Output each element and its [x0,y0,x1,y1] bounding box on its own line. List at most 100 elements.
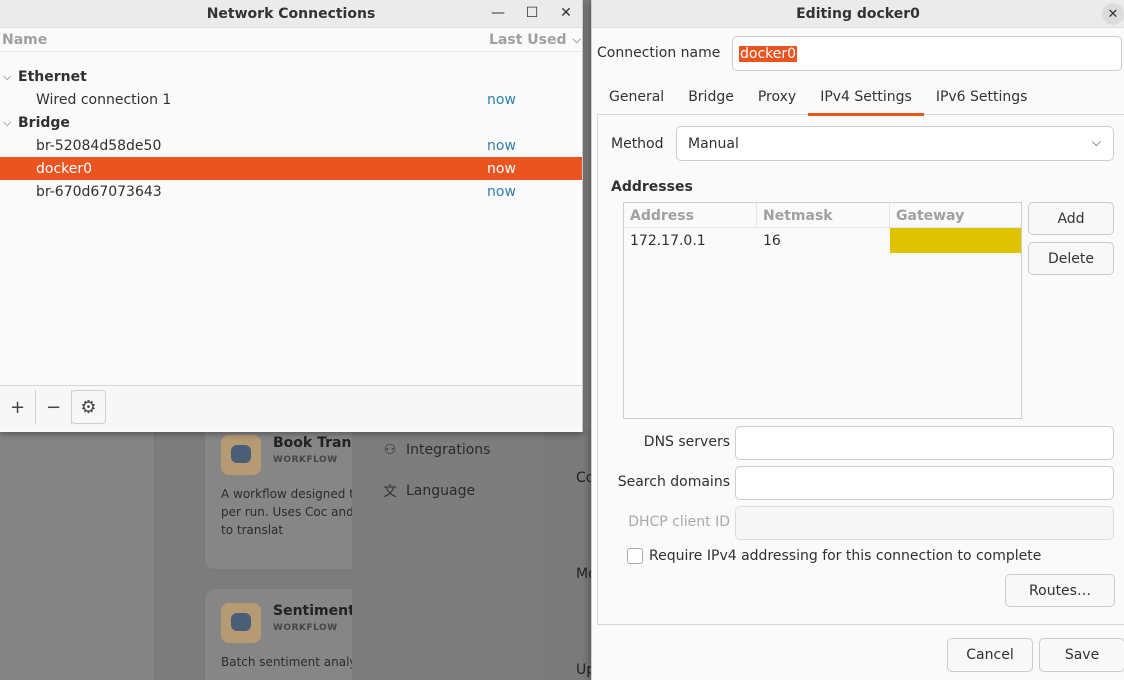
chevron-down-icon: ⌵ [572,32,581,46]
tab-bridge[interactable]: Bridge [676,78,746,115]
tab-proxy[interactable]: Proxy [746,78,808,115]
bg-right-column: Co Mo Up [544,430,597,680]
search-domains-input[interactable] [735,466,1114,500]
col-name-header[interactable]: Name [2,32,47,48]
nc-titlebar: Network Connections — ☐ ✕ [0,0,582,28]
method-select[interactable]: Manual ⌵ [676,126,1114,161]
gateway-cell[interactable] [890,228,1021,253]
delete-address-button[interactable]: Delete [1028,242,1114,275]
nc-window-title: Network Connections [206,5,376,22]
ed-titlebar: Editing docker0 ✕ [592,0,1124,28]
bg-menu-label: Language [406,483,476,499]
group-bridge[interactable]: ⌵ Bridge [0,111,582,134]
group-label: Bridge [18,114,70,131]
addresses-table[interactable]: Address Netmask Gateway 172.17.0.1 16 [623,202,1022,419]
addresses-heading: Addresses [611,179,693,195]
group-ethernet[interactable]: ⌵ Ethernet [0,65,582,88]
tab-label: IPv6 Settings [935,88,1028,105]
bg-menu-item-integrations: ⚇ Integrations [382,442,491,458]
minus-icon: − [45,396,62,418]
bg-menu-item-language: 文 Language [382,481,475,501]
close-icon[interactable]: ✕ [556,3,576,23]
bg-settings-menu: ⚇ Integrations 文 Language [352,430,544,680]
robot-icon [221,603,261,643]
minimize-icon[interactable]: — [488,3,508,23]
dns-servers-row: DNS servers [623,426,1114,460]
tab-label: IPv4 Settings [820,88,912,105]
editing-window: Editing docker0 ✕ Connection name docker… [591,0,1124,680]
dhcp-client-id-row: DHCP client ID [623,506,1114,540]
connection-name-input[interactable]: docker0 [732,36,1122,71]
connection-name-value: docker0 [739,45,798,62]
tab-label: Proxy [757,88,797,105]
network-connections-window: Network Connections — ☐ ✕ Name Last Used… [0,0,583,432]
settings-connection-button[interactable]: ⚙ [71,390,106,424]
method-value: Manual [688,135,739,152]
group-label: Ethernet [18,68,87,85]
add-connection-button[interactable]: + [0,390,36,424]
col-netmask-header: Netmask [757,203,890,228]
chevron-down-icon[interactable]: ⌵ [3,70,11,84]
bg-left-column [0,430,155,680]
add-address-button[interactable]: Add [1028,202,1114,235]
connection-last-used: now [487,137,516,154]
connection-name: br-52084d58de50 [36,137,162,154]
ed-window-title: Editing docker0 [796,5,920,22]
address-cell[interactable]: 172.17.0.1 [624,228,757,253]
tab-ipv4-settings[interactable]: IPv4 Settings [808,78,924,116]
connection-name: Wired connection 1 [36,91,172,108]
connection-row-br-670d[interactable]: br-670d67073643 now [0,180,582,203]
require-ipv4-checkbox[interactable] [627,548,643,564]
nc-list-header: Name Last Used ⌵ [0,28,582,52]
connection-row-wired[interactable]: Wired connection 1 now [0,88,582,111]
connection-row-br-52084[interactable]: br-52084d58de50 now [0,134,582,157]
gear-icon: ⚙ [80,396,97,418]
col-last-used-label: Last Used [489,31,567,48]
save-button[interactable]: Save [1039,638,1124,672]
chevron-down-icon[interactable]: ⌵ [3,116,11,130]
connection-name: docker0 [36,160,93,177]
robot-icon [221,435,261,475]
routes-button[interactable]: Routes… [1005,574,1115,607]
connections-list: ⌵ Ethernet Wired connection 1 now ⌵ Brid… [0,65,582,203]
method-label: Method [611,136,664,152]
bg-card-tag: WORKFLOW [273,455,338,465]
require-ipv4-row[interactable]: Require IPv4 addressing for this connect… [627,548,1041,564]
nc-toolbar: + − ⚙ [0,385,582,428]
puzzle-icon: ⚇ [383,442,397,458]
remove-connection-button[interactable]: − [36,390,72,424]
connection-last-used: now [487,91,516,108]
dhcp-client-id-input [735,506,1114,540]
search-domains-label: Search domains [617,474,730,490]
bg-card-title: Book Transl [273,435,365,451]
dhcp-client-id-label: DHCP client ID [628,514,730,530]
netmask-cell[interactable]: 16 [757,228,890,253]
tab-label: General [609,88,665,105]
nc-window-controls: — ☐ ✕ [488,3,576,23]
connection-name-row: Connection name docker0 [597,36,1122,71]
col-address-header: Address [624,203,757,228]
connection-row-docker0[interactable]: docker0 now [0,157,582,180]
addresses-table-header: Address Netmask Gateway [624,203,1021,228]
translate-icon: 文 [383,484,397,500]
col-gateway-header: Gateway [896,207,965,224]
tab-label: Bridge [688,88,734,105]
chevron-down-icon: ⌵ [1091,135,1101,149]
settings-tabs: General Bridge Proxy IPv4 Settings IPv6 … [597,78,1124,116]
tab-general[interactable]: General [597,78,676,115]
cancel-button[interactable]: Cancel [947,638,1033,672]
tab-ipv6-settings[interactable]: IPv6 Settings [924,78,1040,115]
maximize-icon[interactable]: ☐ [522,3,542,23]
connection-name: br-670d67073643 [36,183,162,200]
bg-menu-label: Integrations [406,442,491,458]
col-last-used-header[interactable]: Last Used ⌵ [489,32,581,48]
ipv4-panel: Method Manual ⌵ Addresses Address Netmas… [597,115,1124,625]
close-icon[interactable]: ✕ [1102,3,1124,25]
require-ipv4-label: Require IPv4 addressing for this connect… [649,548,1042,564]
dns-servers-input[interactable] [735,426,1114,460]
dns-servers-label: DNS servers [643,434,730,450]
connection-last-used: now [487,183,516,200]
search-domains-row: Search domains [618,466,1114,500]
connection-name-label: Connection name [597,45,721,61]
table-row[interactable]: 172.17.0.1 16 [624,228,1021,253]
